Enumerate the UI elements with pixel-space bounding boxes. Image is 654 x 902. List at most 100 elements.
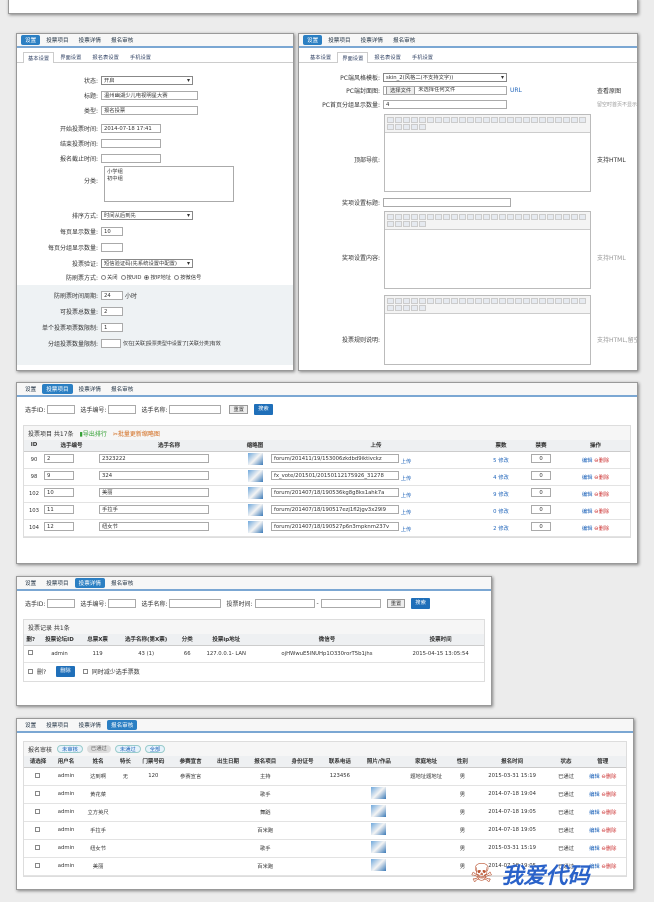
toolbar-button-icon[interactable] xyxy=(523,117,530,123)
end-time-input[interactable] xyxy=(101,138,161,148)
edit-link[interactable]: 编辑 xyxy=(589,828,600,834)
toolbar-button-icon[interactable] xyxy=(387,117,394,123)
group-input[interactable] xyxy=(101,242,123,252)
toolbar-button-icon[interactable] xyxy=(467,214,474,220)
toolbar-button-icon[interactable] xyxy=(515,117,522,123)
edit-link[interactable]: 编辑 xyxy=(589,792,600,798)
toolbar-button-icon[interactable] xyxy=(411,117,418,123)
subtab-basic[interactable]: 基本设置 xyxy=(23,52,55,63)
toolbar-button-icon[interactable] xyxy=(483,214,490,220)
verify-select[interactable]: 短信验证码(先系统设置中配置) xyxy=(101,258,193,268)
toolbar-button-icon[interactable] xyxy=(411,298,418,304)
toolbar-button-icon[interactable] xyxy=(435,117,442,123)
filter-pending[interactable]: 未审核 xyxy=(57,745,83,753)
toolbar-button-icon[interactable] xyxy=(539,117,546,123)
edit-link[interactable]: 编辑 xyxy=(589,774,600,780)
antibrush-ip[interactable]: 按IP地址 xyxy=(144,273,171,281)
toolbar-button-icon[interactable] xyxy=(395,117,402,123)
tab-review[interactable]: 报名审核 xyxy=(389,35,419,45)
name-input[interactable]: 手拉手 xyxy=(99,505,209,514)
row-checkbox[interactable] xyxy=(35,844,41,850)
toolbar-button-icon[interactable] xyxy=(403,298,410,304)
toolbar-button-icon[interactable] xyxy=(419,298,426,304)
toolbar-button-icon[interactable] xyxy=(419,117,426,123)
toolbar-button-icon[interactable] xyxy=(539,298,546,304)
toolbar-button-icon[interactable] xyxy=(571,214,578,220)
edit-link[interactable]: 编辑 xyxy=(582,509,593,515)
toolbar-button-icon[interactable] xyxy=(499,214,506,220)
toolbar-button-icon[interactable] xyxy=(483,117,490,123)
row-checkbox[interactable] xyxy=(35,826,41,832)
ban-input[interactable]: 0 xyxy=(531,471,551,480)
detail-id-input[interactable] xyxy=(47,598,76,608)
toolbar-button-icon[interactable] xyxy=(403,214,410,220)
toolbar-button-icon[interactable] xyxy=(443,214,450,220)
award-content-editor[interactable] xyxy=(384,211,591,289)
tab-vote-items[interactable]: 投票项目 xyxy=(42,578,72,588)
grouplimit-input[interactable] xyxy=(101,338,121,348)
toolbar-button-icon[interactable] xyxy=(427,214,434,220)
toolbar-button-icon[interactable] xyxy=(555,298,562,304)
col-ban[interactable]: 禁赛 xyxy=(521,440,561,452)
tab-vote-detail[interactable]: 投票详情 xyxy=(357,35,387,45)
toolbar-button-icon[interactable] xyxy=(491,214,498,220)
search-name-input[interactable] xyxy=(169,404,222,414)
name-input[interactable]: 324 xyxy=(99,471,209,480)
ban-input[interactable]: 0 xyxy=(531,522,551,531)
rule-editor[interactable] xyxy=(384,295,591,365)
toolbar-button-icon[interactable] xyxy=(531,298,538,304)
perpage-input[interactable]: 10 xyxy=(101,226,123,236)
delete-link[interactable]: ⊖删除 xyxy=(594,492,609,498)
toolbar-button-icon[interactable] xyxy=(555,214,562,220)
toolbar-button-icon[interactable] xyxy=(387,221,394,227)
toolbar-button-icon[interactable] xyxy=(523,214,530,220)
toolbar-button-icon[interactable] xyxy=(443,298,450,304)
detail-time-end[interactable] xyxy=(320,598,381,608)
toolbar-button-icon[interactable] xyxy=(387,214,394,220)
tab-settings[interactable]: 设置 xyxy=(303,35,323,45)
toolbar-button-icon[interactable] xyxy=(427,117,434,123)
filter-rejected[interactable]: 未通过 xyxy=(114,745,141,753)
toolbar-button-icon[interactable] xyxy=(459,298,466,304)
batch-thumb-link[interactable]: ✂批量更新缩略图 xyxy=(113,429,160,438)
upload-link[interactable]: 上传 xyxy=(401,459,412,465)
no-input[interactable]: 2 xyxy=(44,454,74,463)
award-title-input[interactable] xyxy=(383,197,511,207)
tab-vote-detail[interactable]: 投票详情 xyxy=(75,35,105,45)
tab-review[interactable]: 报名审核 xyxy=(107,384,137,394)
toolbar-button-icon[interactable] xyxy=(499,298,506,304)
title-input[interactable]: 温州幽湖少儿电视明星大赛 xyxy=(101,90,198,100)
row-checkbox[interactable] xyxy=(35,772,41,778)
tab-review[interactable]: 报名审核 xyxy=(106,720,138,730)
votes-link[interactable]: 4 修改 xyxy=(493,475,509,481)
toolbar-button-icon[interactable] xyxy=(387,298,394,304)
ban-input[interactable]: 0 xyxy=(531,505,551,514)
col-votes[interactable]: 票数 xyxy=(481,440,521,452)
start-time-input[interactable]: 2014-07-18 17:41 xyxy=(101,123,161,133)
toolbar-button-icon[interactable] xyxy=(459,117,466,123)
upload-link[interactable]: 上传 xyxy=(401,493,412,499)
pc-template-select[interactable]: skin_2(风格二(不支持文字)) xyxy=(383,72,507,82)
antibrush-off[interactable]: 关闭 xyxy=(101,273,118,281)
antibrush-uid[interactable]: 按UID xyxy=(120,273,141,281)
toolbar-button-icon[interactable] xyxy=(467,117,474,123)
name-input[interactable]: 纽女节 xyxy=(99,522,209,531)
row-checkbox[interactable] xyxy=(28,650,34,655)
toolbar-button-icon[interactable] xyxy=(475,117,482,123)
file-input[interactable]: fx_vote/201501/20150112175926_31278 xyxy=(271,471,399,480)
pc-cover-file[interactable]: 选择文件 未选择任何文件 xyxy=(383,85,507,95)
toolbar-button-icon[interactable] xyxy=(451,117,458,123)
subtab-ui[interactable]: 界面设置 xyxy=(337,52,369,63)
toolbar-button-icon[interactable] xyxy=(547,298,554,304)
toolbar-button-icon[interactable] xyxy=(451,214,458,220)
tab-vote-detail[interactable]: 投票详情 xyxy=(74,578,105,588)
detail-search-button[interactable]: 搜索 xyxy=(411,597,430,609)
delete-link[interactable]: ⊖删除 xyxy=(601,774,616,780)
no-input[interactable]: 10 xyxy=(44,488,74,497)
delete-link[interactable]: ⊖删除 xyxy=(601,828,616,834)
tab-settings[interactable]: 设置 xyxy=(21,578,40,588)
toolbar-button-icon[interactable] xyxy=(403,305,410,311)
row-checkbox[interactable] xyxy=(35,862,41,868)
row-checkbox[interactable] xyxy=(35,808,41,814)
toolbar-button-icon[interactable] xyxy=(555,117,562,123)
